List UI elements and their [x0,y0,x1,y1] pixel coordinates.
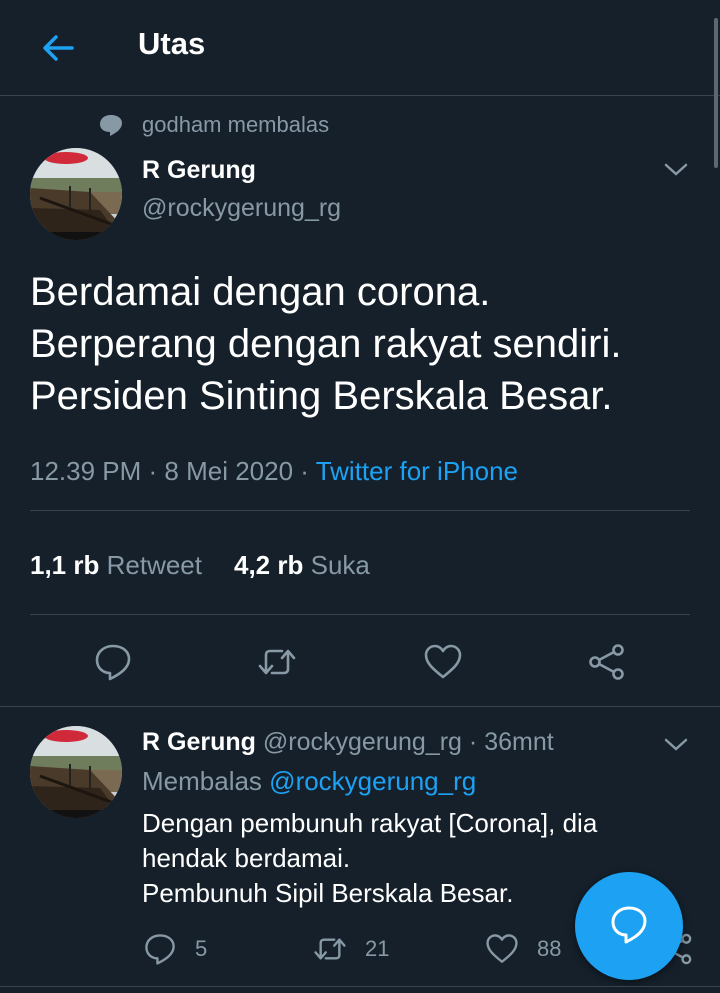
divider [0,986,720,987]
tweet-stats: 1,1 rb Retweet 4,2 rb Suka [30,550,370,581]
tweet-date: 8 Mei 2020 [164,456,294,486]
context-text: godham membalas [142,112,330,137]
reply-line: hendak berdamai. [142,843,351,873]
retweet-icon[interactable] [313,932,347,966]
heart-icon[interactable] [423,642,463,682]
author-handle[interactable]: @rockygerung_rg [142,194,341,223]
replying-to-link[interactable]: @rockygerung_rg [269,766,476,796]
page-title: Utas [138,26,206,61]
compose-reply-button[interactable] [575,872,683,980]
retweet-action[interactable]: 21 [313,932,389,966]
reply-action[interactable]: 5 [143,932,207,966]
reply-context: godham membalas [98,112,329,138]
tweet-line: Persiden Sinting Berskala Besar. [30,374,613,418]
likes-stat[interactable]: 4,2 rb Suka [234,550,370,580]
reply-icon[interactable] [143,932,177,966]
tweet-time: 12.39 PM [30,456,142,486]
retweet-icon[interactable] [257,642,297,682]
back-arrow-icon[interactable] [38,28,78,68]
scrollbar[interactable] [714,18,718,168]
reply-count: 5 [195,936,208,961]
divider [0,706,720,707]
compose-icon [611,906,647,944]
reply-author-handle[interactable]: @rockygerung_rg [263,728,462,756]
reply-header: R Gerung @rockygerung_rg · 36mnt [142,728,554,756]
avatar[interactable] [30,726,122,818]
top-bar: Utas [0,0,720,96]
tweet-meta: 12.39 PM · 8 Mei 2020 · Twitter for iPho… [30,456,519,486]
reply-icon[interactable] [93,642,133,682]
chevron-down-icon[interactable] [663,162,689,178]
chevron-down-icon[interactable] [663,737,689,753]
speech-bubble-icon [100,115,122,136]
reply-line: Dengan pembunuh rakyat [Corona], dia [142,808,598,838]
share-icon[interactable] [587,642,627,682]
tweet-text: Berdamai dengan corona. Berperang dengan… [30,266,690,422]
replying-to: Membalas @rockygerung_rg [142,766,477,796]
tweet-line: Berdamai dengan corona. [30,270,491,314]
avatar[interactable] [30,148,122,240]
reply-timestamp[interactable]: 36mnt [484,728,553,756]
tweet-line: Berperang dengan rakyat sendiri. [30,322,622,366]
retweet-count: 21 [365,936,390,961]
divider [30,510,690,511]
reply-author-name[interactable]: R Gerung [142,728,256,756]
author-name[interactable]: R Gerung [142,156,256,185]
heart-icon[interactable] [485,932,519,966]
like-action[interactable]: 88 [485,932,561,966]
retweets-stat[interactable]: 1,1 rb Retweet [30,550,202,580]
divider [30,614,690,615]
like-count: 88 [537,936,562,961]
tweet-source-link[interactable]: Twitter for iPhone [316,456,518,486]
